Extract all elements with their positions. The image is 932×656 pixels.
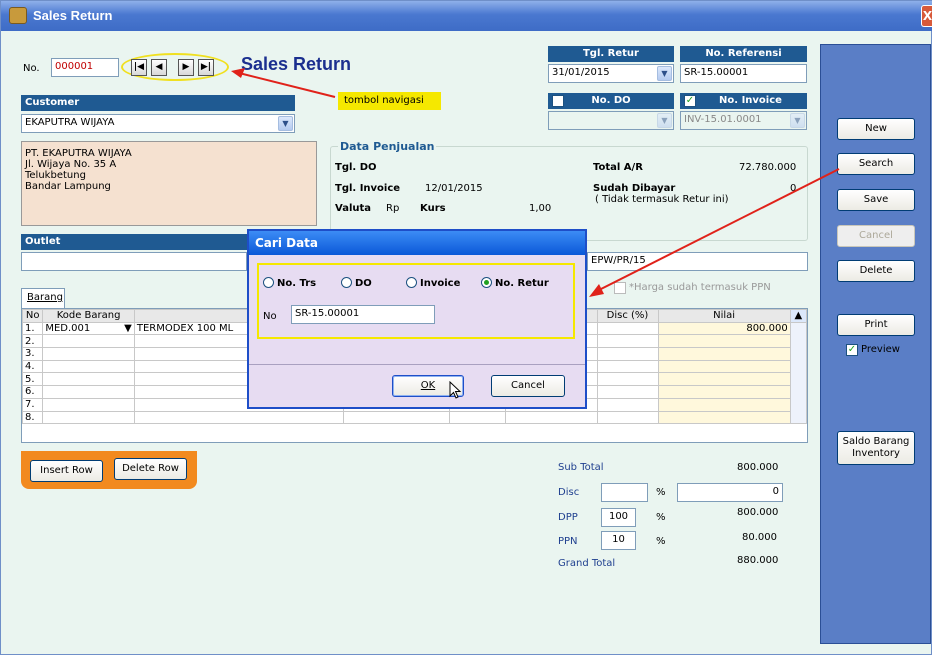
dialog-no-label: No — [263, 311, 277, 322]
radio-icon[interactable] — [263, 277, 274, 288]
nav-arrow — [238, 72, 336, 98]
search-options-highlight — [257, 263, 575, 339]
radio-label: DO — [355, 278, 372, 289]
radio-label: No. Retur — [495, 278, 549, 289]
dialog-cancel-button[interactable]: Cancel — [491, 375, 565, 397]
radio-do[interactable]: DO — [341, 277, 372, 289]
search-arrow — [596, 168, 840, 292]
radio-icon[interactable] — [341, 277, 352, 288]
dialog-title: Cari Data — [249, 231, 585, 255]
cari-data-dialog: Cari Data No. Trs DO Invoice No. Retur N… — [247, 229, 587, 409]
radio-label: Invoice — [420, 278, 461, 289]
dialog-divider — [249, 364, 585, 365]
radio-invoice[interactable]: Invoice — [406, 277, 460, 289]
radio-no-retur[interactable]: No. Retur — [481, 277, 549, 289]
radio-selected-icon[interactable] — [481, 277, 492, 288]
radio-no-trs[interactable]: No. Trs — [263, 277, 316, 289]
mouse-cursor-icon — [449, 381, 462, 399]
radio-label: No. Trs — [277, 278, 317, 289]
search-arrowhead — [589, 284, 604, 297]
radio-icon[interactable] — [406, 277, 417, 288]
sales-return-window: Sales Return X No. 000001 |◀ ◀ ▶ ▶| Sale… — [0, 0, 932, 655]
dialog-no-field[interactable]: SR-15.00001 — [291, 305, 435, 324]
nav-arrowhead — [231, 68, 245, 78]
